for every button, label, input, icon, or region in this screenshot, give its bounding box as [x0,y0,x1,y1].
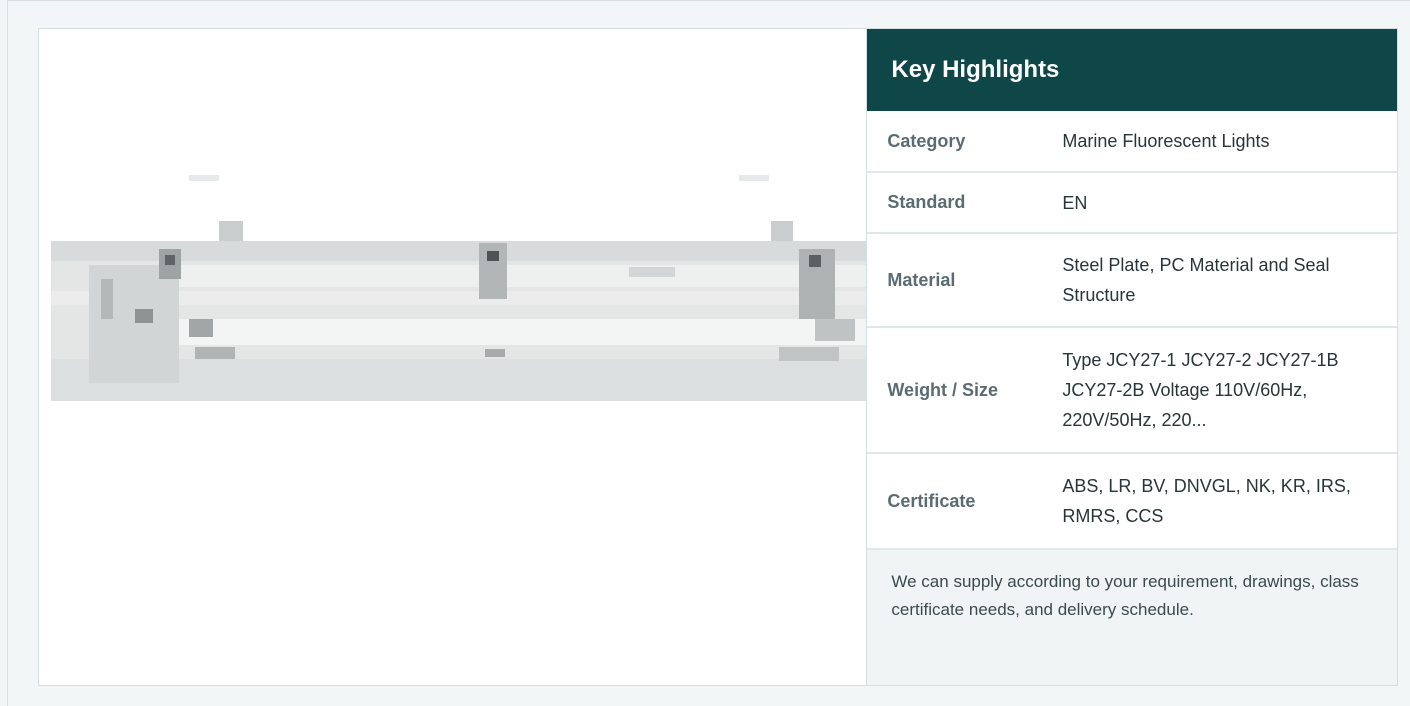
spec-label: Material [887,269,956,290]
spec-label: Standard [887,192,966,212]
product-highlights-card: Key Highlights Category Marine Fluoresce… [38,28,1398,686]
spec-label: Certificate [887,490,976,511]
key-highlights-panel: Key Highlights Category Marine Fluoresce… [867,29,1397,685]
spec-value: Steel Plate, PC Material and Seal Struct… [1062,255,1330,305]
spec-label: Category [887,130,966,151]
spec-row-standard: Standard EN [867,173,1397,234]
spec-label: Weight / Size [887,379,999,400]
spec-row-category: Category Marine Fluorescent Lights [867,111,1397,173]
supply-note: We can supply according to your requirem… [867,550,1397,685]
spec-row-certificate: Certificate ABS, LR, BV, DNVGL, NK, KR, … [867,454,1397,550]
spec-value: Marine Fluorescent Lights [1062,131,1270,151]
spec-value: EN [1062,192,1088,213]
spec-row-weight-size: Weight / Size Type JCY27-1 JCY27-2 JCY27… [867,328,1397,454]
page-background: Key Highlights Category Marine Fluoresce… [7,0,1410,706]
spec-value: ABS, LR, BV, DNVGL, NK, KR, IRS, RMRS, C… [1062,476,1351,526]
product-image-panel [39,29,868,685]
product-image[interactable] [39,29,867,685]
key-highlights-title: Key Highlights [867,29,1397,111]
spec-value: Type JCY27-1 JCY27-2 JCY27-1B JCY27-2B V… [1062,350,1339,430]
spec-row-material: Material Steel Plate, PC Material and Se… [867,234,1397,328]
